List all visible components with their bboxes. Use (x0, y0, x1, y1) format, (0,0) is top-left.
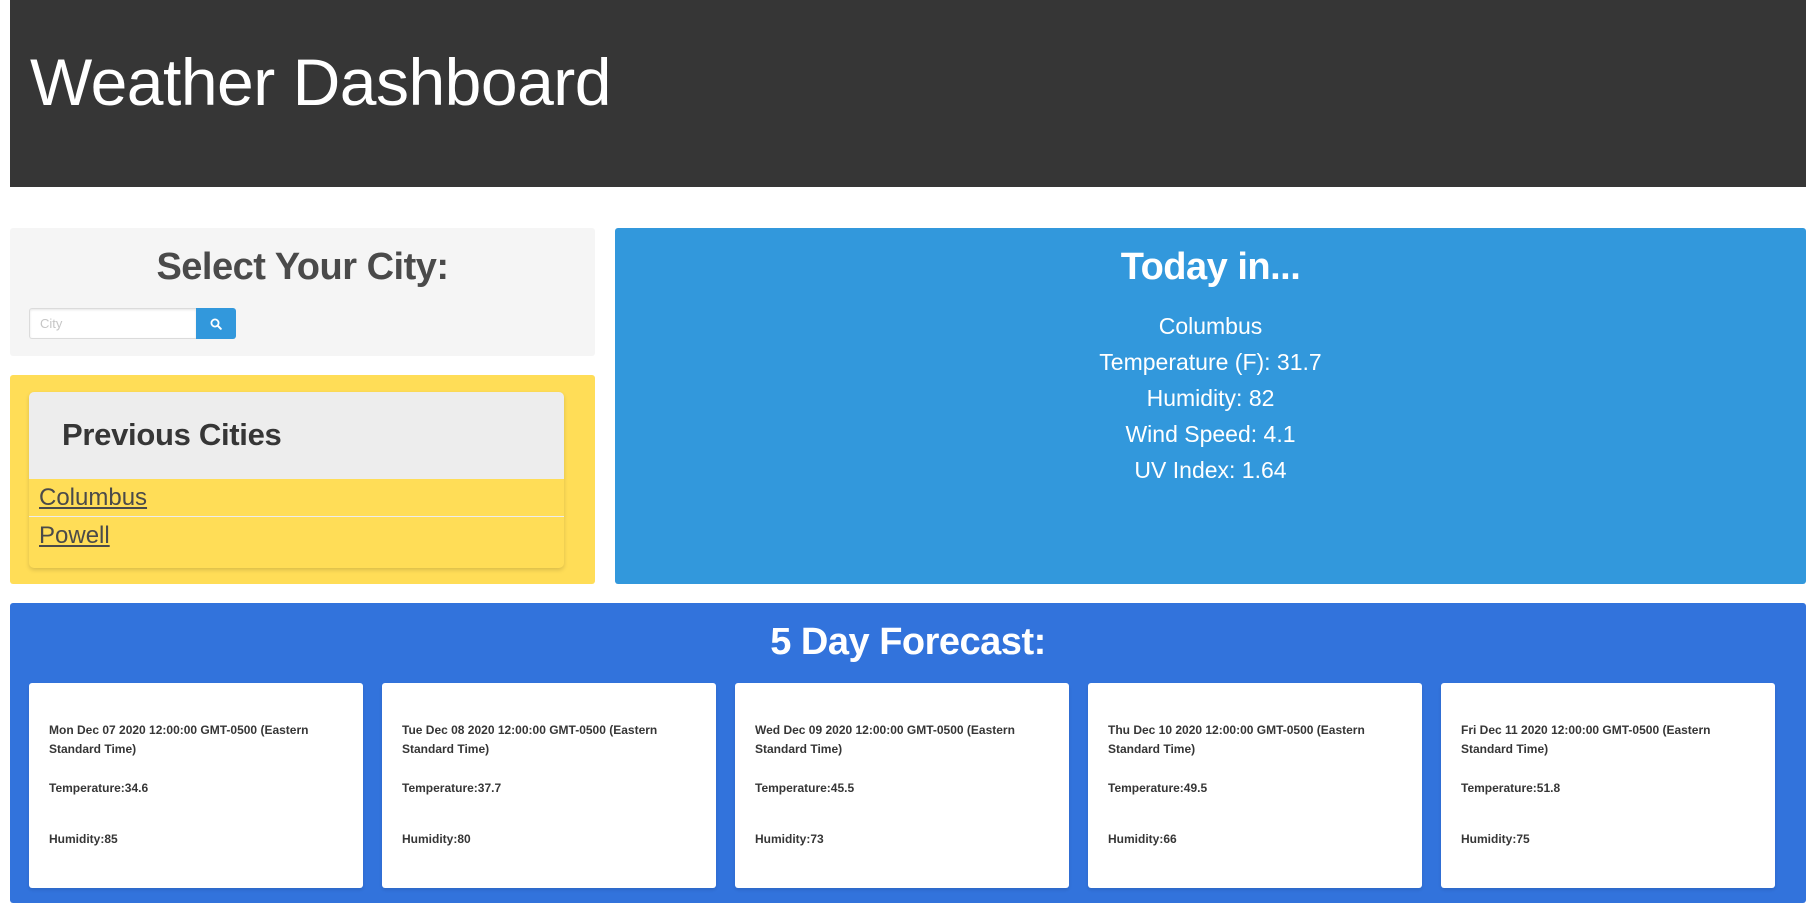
forecast-temperature: Temperature:49.5 (1108, 781, 1208, 795)
previous-cities-list-panel: Previous Cities Columbus Powell (29, 392, 564, 568)
today-temperature: Temperature (F): 31.7 (1099, 349, 1322, 375)
previous-cities-header: Previous Cities (29, 392, 564, 479)
forecast-heading: 5 Day Forecast: (770, 621, 1046, 663)
previous-cities-panel: Previous Cities Columbus Powell (10, 375, 595, 584)
five-day-forecast-panel: 5 Day Forecast: Mon Dec 07 2020 12:00:00… (10, 603, 1806, 903)
forecast-humidity: Humidity:85 (49, 832, 118, 846)
forecast-card-day-5: Fri Dec 11 2020 12:00:00 GMT-0500 (Easte… (1441, 683, 1775, 888)
page-header: Weather Dashboard (10, 0, 1806, 187)
search-icon (210, 318, 222, 330)
city-input[interactable] (29, 308, 196, 339)
previous-cities-list: Columbus Powell (29, 479, 564, 554)
today-city: Columbus (1158, 313, 1263, 339)
forecast-date: Mon Dec 07 2020 12:00:00 GMT-0500 (Easte… (49, 723, 309, 756)
forecast-date: Thu Dec 10 2020 12:00:00 GMT-0500 (Easte… (1108, 723, 1365, 756)
forecast-card-day-2: Tue Dec 08 2020 12:00:00 GMT-0500 (Easte… (382, 683, 716, 888)
forecast-humidity: Humidity:73 (755, 832, 824, 846)
search-row (29, 308, 236, 339)
weather-dashboard-page: Weather Dashboard Select Your City: Prev… (0, 0, 1818, 917)
previous-city-link-columbus[interactable]: Columbus (29, 479, 564, 517)
forecast-date: Fri Dec 11 2020 12:00:00 GMT-0500 (Easte… (1461, 723, 1711, 756)
forecast-humidity: Humidity:75 (1461, 832, 1530, 846)
forecast-temperature: Temperature:51.8 (1461, 781, 1561, 795)
forecast-temperature: Temperature:34.6 (49, 781, 149, 795)
search-button[interactable] (196, 308, 236, 339)
forecast-date: Wed Dec 09 2020 12:00:00 GMT-0500 (Easte… (755, 723, 1015, 756)
forecast-date: Tue Dec 08 2020 12:00:00 GMT-0500 (Easte… (402, 723, 658, 756)
forecast-humidity: Humidity:80 (402, 832, 471, 846)
forecast-card-day-4: Thu Dec 10 2020 12:00:00 GMT-0500 (Easte… (1088, 683, 1422, 888)
forecast-card-day-3: Wed Dec 09 2020 12:00:00 GMT-0500 (Easte… (735, 683, 1069, 888)
page-title: Weather Dashboard (30, 45, 611, 119)
forecast-humidity: Humidity:66 (1108, 832, 1177, 846)
search-heading: Select Your City: (156, 246, 449, 288)
today-heading: Today in... (1120, 246, 1301, 288)
previous-city-link-powell[interactable]: Powell (29, 517, 564, 554)
forecast-temperature: Temperature:45.5 (755, 781, 855, 795)
today-wind-speed: Wind Speed: 4.1 (1125, 421, 1296, 447)
today-uv-index: UV Index: 1.64 (1134, 457, 1287, 483)
today-weather-panel: Today in... Columbus Temperature (F): 31… (615, 228, 1806, 584)
forecast-temperature: Temperature:37.7 (402, 781, 502, 795)
today-humidity: Humidity: 82 (1146, 385, 1275, 411)
city-search-panel: Select Your City: (10, 228, 595, 356)
forecast-card-day-1: Mon Dec 07 2020 12:00:00 GMT-0500 (Easte… (29, 683, 363, 888)
previous-cities-heading: Previous Cities (62, 417, 282, 452)
today-details: Columbus Temperature (F): 31.7 Humidity:… (615, 308, 1806, 488)
